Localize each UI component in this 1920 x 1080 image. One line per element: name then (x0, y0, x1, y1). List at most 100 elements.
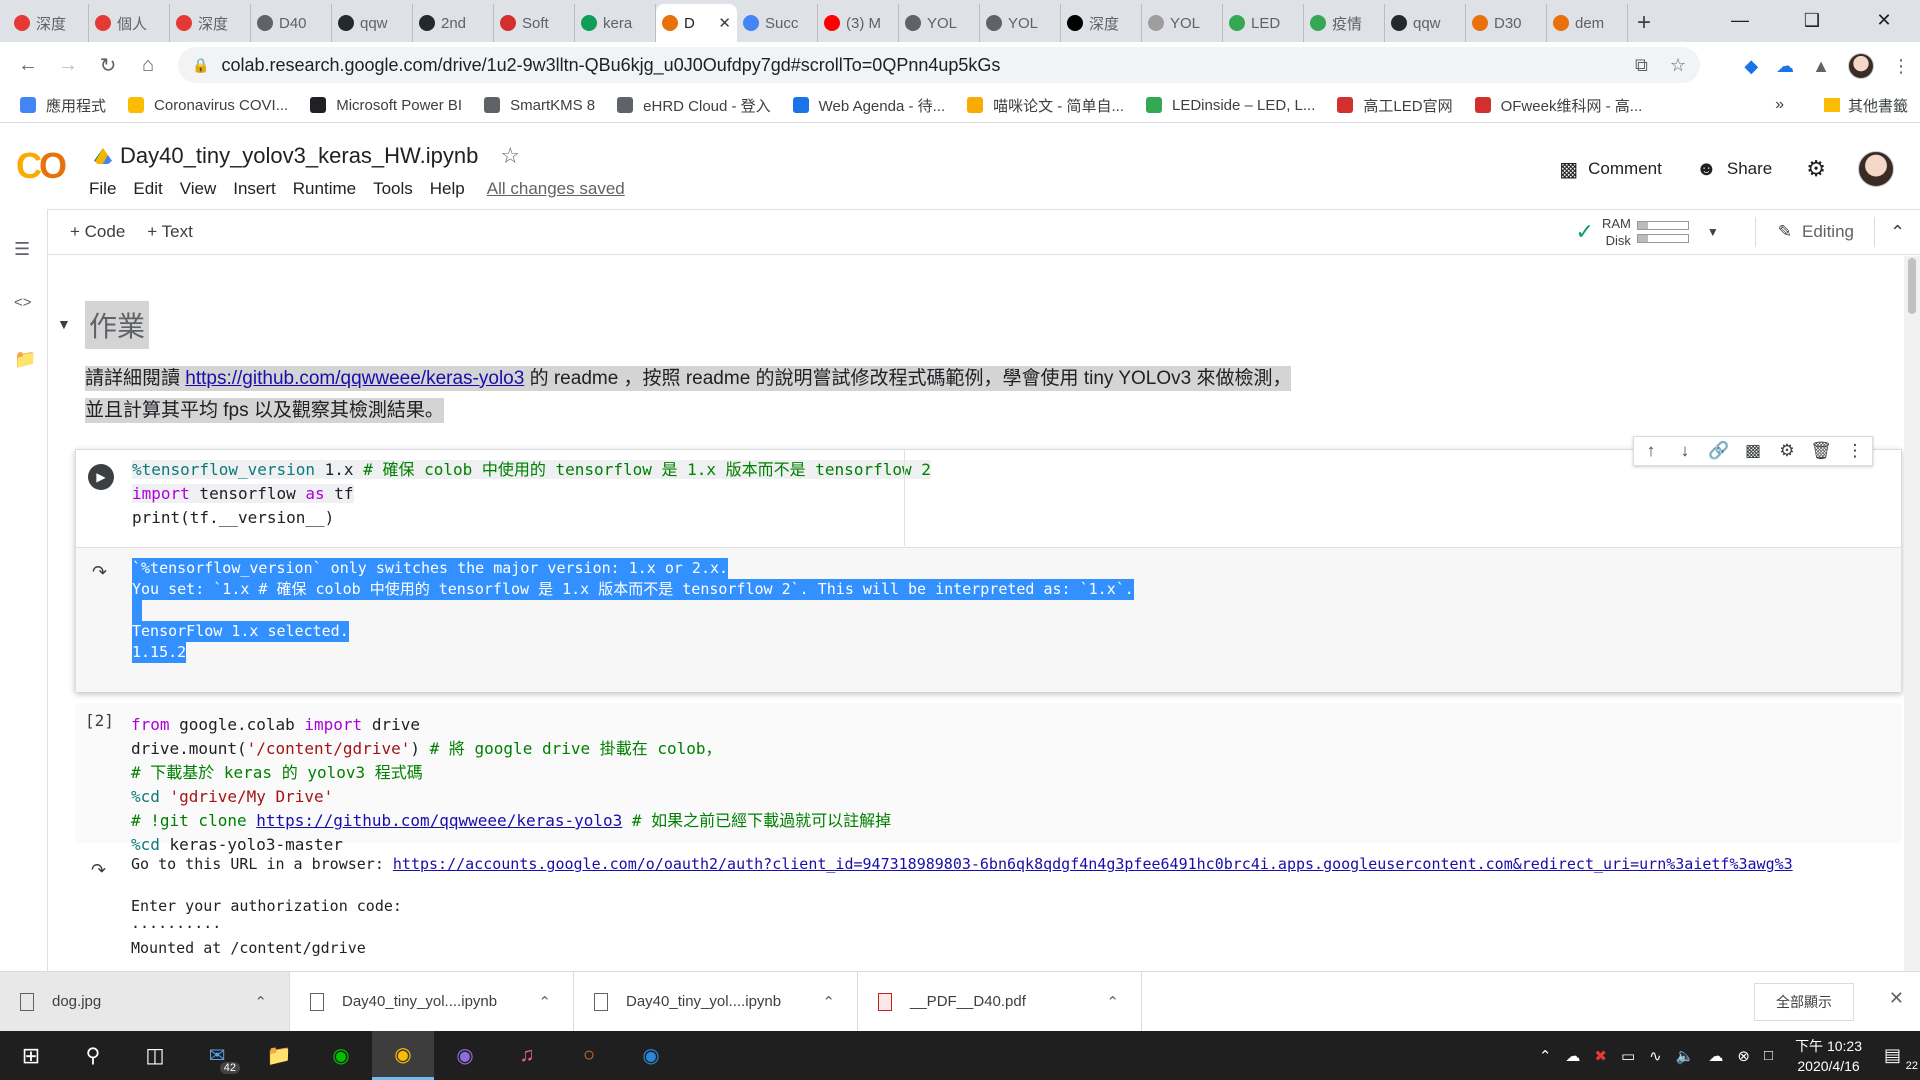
profile-avatar[interactable] (1848, 53, 1874, 79)
menu-view[interactable]: View (180, 179, 217, 199)
chevron-up-icon[interactable]: ⌃ (538, 993, 551, 1011)
close-circle-icon[interactable]: ⊗ (1737, 1047, 1750, 1065)
chevron-up-icon[interactable]: ⌃ (822, 993, 835, 1011)
browser-tab[interactable]: Succ (737, 4, 818, 42)
add-text-button[interactable]: + Text (147, 222, 193, 242)
bookmark-item[interactable]: Coronavirus COVI... (128, 97, 288, 114)
browser-tab[interactable]: D40 (251, 4, 332, 42)
browser-tab[interactable]: 個人 (89, 4, 170, 42)
url-input[interactable]: 🔒 colab.research.google.com/drive/1u2-9w… (178, 47, 1700, 83)
more-options-icon[interactable]: ⋮ (1844, 441, 1866, 461)
notebook-scrollbar[interactable] (1904, 256, 1920, 971)
maximize-icon[interactable]: ❑ (1776, 0, 1848, 40)
github-link[interactable]: https://github.com/qqwweee/keras-yolo3 (185, 368, 524, 389)
chevron-up-icon[interactable]: ⌃ (1539, 1047, 1552, 1065)
notification-center-icon[interactable]: ▤ 22 (1884, 1045, 1920, 1072)
run-cell-button[interactable]: ▶ (88, 464, 114, 490)
browser-tab[interactable]: 疫情 (1304, 4, 1385, 42)
browser-tab[interactable]: 深度 (170, 4, 251, 42)
more-menu-icon[interactable]: ⋮ (1892, 56, 1910, 77)
browser-tab[interactable]: qqw (1385, 4, 1466, 42)
chevron-up-icon[interactable]: ⌃ (254, 993, 267, 1011)
browser-tab[interactable]: (3) M (818, 4, 899, 42)
colab-logo[interactable]: CO (16, 145, 67, 187)
dropdown-arrow-icon[interactable]: ▼ (1707, 225, 1719, 239)
close-window-icon[interactable]: ✕ (1848, 0, 1920, 40)
github-desktop-icon[interactable]: ◉ (434, 1031, 496, 1080)
browser-tab[interactable]: Soft (494, 4, 575, 42)
comment-button[interactable]: ▩ Comment (1559, 157, 1662, 182)
browser-tab[interactable]: YOL (980, 4, 1061, 42)
link-icon[interactable]: 🔗 (1708, 441, 1730, 461)
menu-help[interactable]: Help (430, 179, 465, 199)
browser-tab[interactable]: dem (1547, 4, 1628, 42)
network-error-icon[interactable]: ✖ (1594, 1047, 1607, 1065)
bookmark-item[interactable]: 喵咪论文 - 简单自... (967, 95, 1124, 116)
auth-url-link[interactable]: https://accounts.google.com/o/oauth2/aut… (393, 855, 1793, 873)
bookmark-item[interactable]: Microsoft Power BI (310, 97, 462, 114)
browser-tab[interactable]: qqw (332, 4, 413, 42)
add-code-button[interactable]: + Code (70, 222, 125, 242)
bookmark-item[interactable]: OFweek维科网 - 高... (1474, 95, 1642, 116)
show-all-downloads-button[interactable]: 全部顯示 (1754, 983, 1854, 1021)
itunes-icon[interactable]: ♫ (496, 1031, 558, 1080)
back-icon[interactable]: ← (8, 45, 48, 85)
bookmark-item[interactable]: Web Agenda - 待... (792, 95, 945, 116)
wifi-icon[interactable]: ∿ (1649, 1047, 1662, 1065)
browser-tab[interactable]: 深度 (8, 4, 89, 42)
reload-icon[interactable]: ↻ (88, 45, 128, 85)
windows-start-icon[interactable]: ⊞ (0, 1031, 62, 1080)
runtime-resources[interactable]: ✓ RAM Disk ▼ (1576, 215, 1719, 249)
close-downloads-icon[interactable]: ✕ (1889, 988, 1904, 1009)
table-of-contents-icon[interactable]: ☰ (14, 239, 30, 260)
search-icon[interactable]: ⚲ (62, 1031, 124, 1080)
bookmarks-more-icon[interactable]: » (1775, 96, 1784, 114)
chrome-icon[interactable]: ◉ (372, 1031, 434, 1080)
home-icon[interactable]: ⌂ (128, 45, 168, 85)
browser-tab[interactable]: YOL (899, 4, 980, 42)
onedrive-icon[interactable]: ☁ (1565, 1047, 1580, 1065)
browser-tab[interactable]: D ✕ (656, 4, 737, 42)
scrollbar-thumb[interactable] (1908, 258, 1916, 314)
onedrive-icon[interactable]: ☁ (1776, 56, 1794, 77)
menu-tools[interactable]: Tools (373, 179, 413, 199)
browser-tab[interactable]: LED (1223, 4, 1304, 42)
bookmark-item[interactable]: SmartKMS 8 (484, 97, 595, 114)
code-cell-drive-mount[interactable]: [2] from google.colab import drive drive… (75, 703, 1902, 854)
bookmark-item[interactable]: 高工LED官网 (1337, 95, 1453, 116)
download-item[interactable]: __PDF__D40.pdf ⌃ (858, 971, 1142, 1032)
menu-insert[interactable]: Insert (233, 179, 276, 199)
browser-tab[interactable]: YOL (1142, 4, 1223, 42)
move-down-icon[interactable]: ↓ (1674, 441, 1696, 461)
collapse-header-icon[interactable]: ⌃ (1874, 217, 1920, 247)
other-bookmarks[interactable]: 其他書籤 (1823, 95, 1908, 116)
browser-tab[interactable]: kera (575, 4, 656, 42)
lock-icon[interactable]: 🔒 (192, 57, 209, 74)
minimize-icon[interactable]: — (1704, 0, 1776, 40)
star-icon[interactable]: ☆ (500, 143, 520, 169)
code-editor[interactable]: %tensorflow_version 1.x # 確保 colob 中使用的 … (132, 458, 931, 530)
volume-icon[interactable]: 🔈 (1676, 1047, 1695, 1065)
notebook-title-text[interactable]: Day40_tiny_yolov3_keras_HW.ipynb (120, 143, 478, 169)
extension-icon[interactable]: ◆ (1744, 56, 1758, 77)
jupyter-icon[interactable]: ○ (558, 1031, 620, 1080)
code-cell-tensorflow-version[interactable]: ↑ ↓ 🔗 ▩ ⚙ 🗑 ⋮ ▶ %tensorflow_version 1.x … (75, 436, 1902, 692)
google-drive-icon[interactable] (94, 148, 112, 164)
menu-runtime[interactable]: Runtime (293, 179, 356, 199)
browser-tab[interactable]: D30 (1466, 4, 1547, 42)
translate-icon[interactable]: ⧉ (1635, 55, 1648, 76)
close-tab-icon[interactable]: ✕ (718, 14, 731, 32)
battery-icon[interactable]: ▭ (1621, 1047, 1635, 1065)
file-explorer-icon[interactable]: 📁 (248, 1031, 310, 1080)
task-view-icon[interactable]: ◫ (124, 1031, 186, 1080)
comment-icon[interactable]: ▩ (1742, 441, 1764, 461)
move-up-icon[interactable]: ↑ (1640, 441, 1662, 461)
account-avatar[interactable] (1858, 151, 1894, 187)
code-snippets-icon[interactable]: <> (14, 294, 32, 311)
download-item[interactable]: Day40_tiny_yol....ipynb ⌃ (290, 971, 574, 1032)
code-editor[interactable]: from google.colab import drive drive.mou… (131, 713, 891, 857)
taskbar-clock[interactable]: 下午 10:23 2020/4/16 (1795, 1036, 1862, 1076)
menu-file[interactable]: File (89, 179, 116, 199)
browser-tab[interactable]: 2nd (413, 4, 494, 42)
mail-icon[interactable]: ✉ 42 (186, 1031, 248, 1080)
